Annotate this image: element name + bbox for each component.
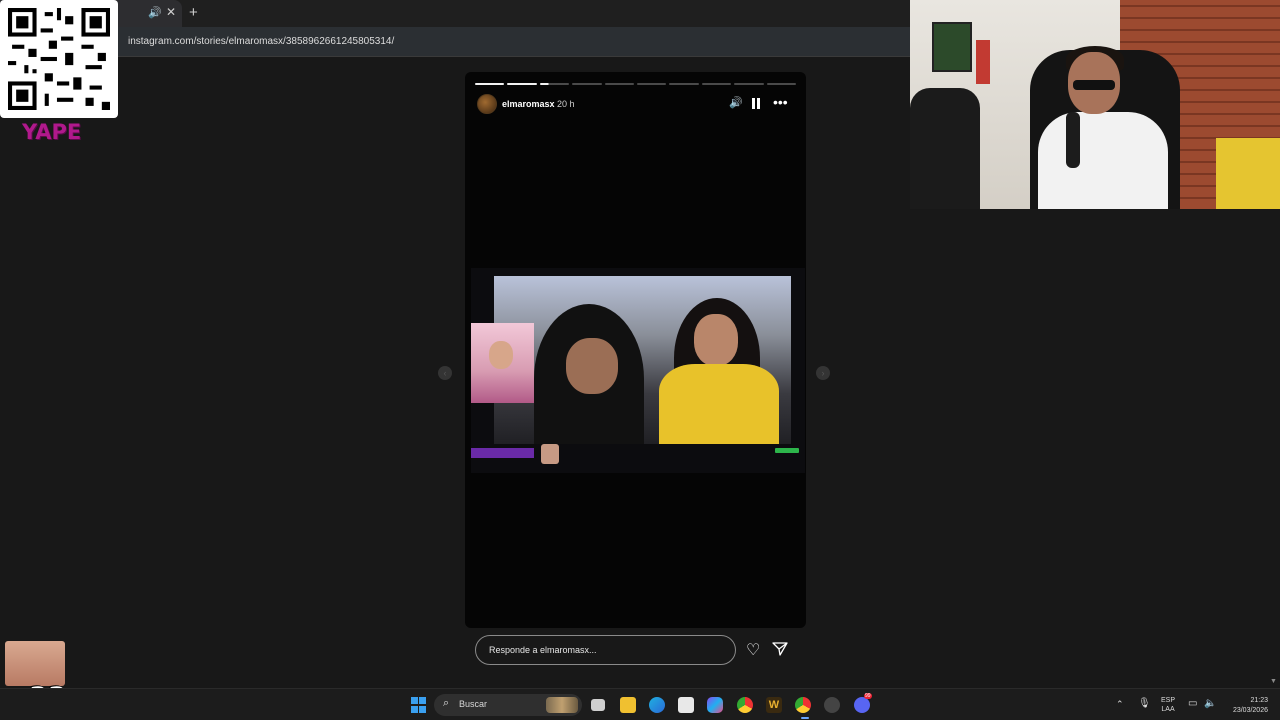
store-icon[interactable]	[678, 697, 694, 713]
qr-code	[0, 0, 118, 118]
follow-button	[775, 448, 799, 453]
yape-label: YAPE	[22, 120, 82, 144]
progress-segment	[539, 83, 570, 85]
url-text[interactable]: instagram.com/stories/elmaromasx/3858962…	[128, 36, 394, 47]
speaker-icon[interactable]: 🔈	[1204, 698, 1216, 709]
pip-camera	[471, 323, 534, 458]
system-clock[interactable]: 21:23 23/03/2026	[1222, 696, 1268, 716]
search-highlight-image	[546, 697, 578, 713]
speaker-icon[interactable]: 🔊	[148, 6, 162, 19]
windows-start-icon[interactable]	[411, 697, 427, 713]
streamer	[1038, 112, 1168, 209]
browser-tabbar: 🔊 ✕ +	[0, 0, 910, 27]
previous-story-button[interactable]: ‹	[438, 366, 452, 380]
volume-icon[interactable]: 🔊	[729, 96, 743, 109]
progress-segment	[669, 83, 699, 85]
progress-segment	[475, 83, 505, 85]
progress-segment	[766, 83, 797, 85]
edge-icon[interactable]	[649, 697, 665, 713]
new-tab-button[interactable]: +	[189, 4, 198, 21]
avatar[interactable]	[477, 94, 497, 114]
scroll-down-icon[interactable]: ▼	[1270, 678, 1277, 685]
task-view-icon[interactable]	[591, 699, 605, 711]
microphone	[1066, 112, 1080, 168]
reply-input[interactable]: Responde a elmaromasx...	[475, 635, 736, 665]
progress-segment	[734, 83, 764, 85]
taskbar-search[interactable]: ⌕ Buscar	[434, 694, 582, 716]
progress-segment	[701, 83, 732, 85]
search-icon: ⌕	[443, 697, 450, 709]
stream-capture	[494, 276, 791, 444]
more-options-icon[interactable]: •••	[773, 94, 788, 110]
chrome-active-icon[interactable]	[795, 697, 811, 713]
taskbar: ⌕ Buscar W 99 ⌃ 🎙 ESP LAA ▭ 🔈 21:23 23/0…	[0, 688, 1280, 720]
heart-icon[interactable]: ♡	[746, 640, 760, 660]
microphone-icon[interactable]: 🎙	[1138, 698, 1151, 709]
chrome-icon[interactable]	[737, 697, 753, 713]
qr-code-image	[8, 8, 110, 110]
address-bar[interactable]: instagram.com/stories/elmaromasx/3858962…	[0, 27, 910, 57]
search-label: Buscar	[459, 699, 488, 709]
close-icon[interactable]: ✕	[166, 5, 176, 19]
pause-icon[interactable]	[751, 98, 761, 109]
streamer-avatar	[541, 444, 559, 464]
discord-icon[interactable]	[854, 697, 870, 713]
game-app-icon[interactable]: W	[766, 697, 782, 713]
next-story-button[interactable]: ›	[816, 366, 830, 380]
language-indicator[interactable]: ESP LAA	[1161, 696, 1175, 714]
screen: 🔊 ✕ + instagram.com/stories/elmaromasx/3…	[0, 0, 1280, 720]
story-username[interactable]: elmaromasx	[502, 99, 555, 109]
chevron-up-icon[interactable]: ⌃	[1116, 699, 1124, 710]
story-viewer[interactable]: elmaromasx 20 h 🔊 •••	[465, 72, 806, 628]
webcam-feed	[910, 0, 1280, 209]
progress-segment	[637, 83, 667, 85]
copilot-icon[interactable]	[707, 697, 723, 713]
progress-segment	[507, 83, 537, 85]
progress-segment	[572, 83, 602, 85]
obs-icon[interactable]	[824, 697, 840, 713]
send-icon[interactable]	[772, 641, 788, 657]
story-media	[471, 268, 805, 473]
progress-segment	[604, 83, 635, 85]
network-icon[interactable]: ▭	[1188, 698, 1197, 709]
notification-badge: 99	[864, 693, 872, 699]
file-explorer-icon[interactable]	[620, 697, 636, 713]
story-time: 20 h	[557, 99, 575, 109]
emote-face	[5, 641, 65, 686]
story-progress	[475, 83, 797, 86]
